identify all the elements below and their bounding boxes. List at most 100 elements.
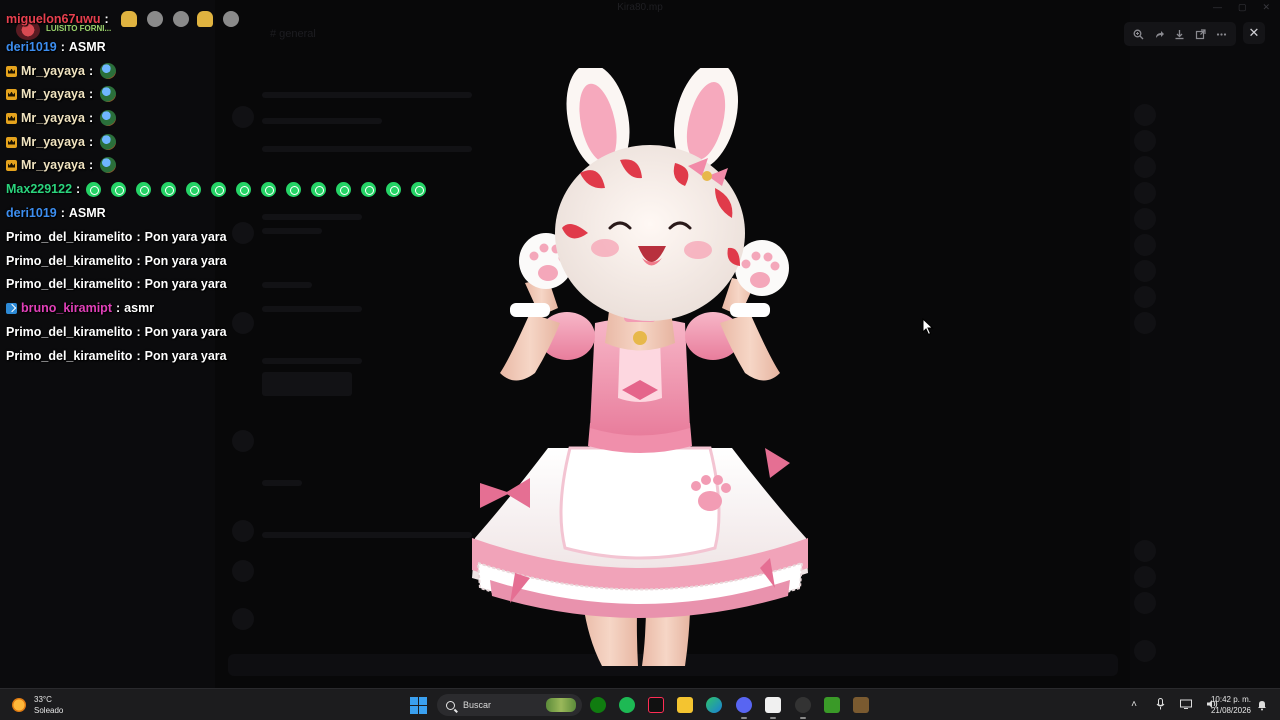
- background-avatar: [232, 222, 254, 244]
- chat-separator: :: [136, 277, 141, 291]
- chat-separator: :: [88, 64, 94, 78]
- chevron-up-icon[interactable]: ˄: [1128, 698, 1140, 710]
- monkey-earth-emote-icon: [100, 134, 117, 150]
- maximize-icon[interactable]: ▢: [1238, 2, 1247, 13]
- whatsapp-emote-icon: [161, 181, 177, 197]
- spotify-icon[interactable]: [619, 697, 635, 713]
- background-text-line: [262, 92, 472, 98]
- tiktok-icon[interactable]: [648, 697, 664, 713]
- network-icon[interactable]: [1180, 698, 1192, 710]
- background-member-avatar: [1134, 156, 1156, 178]
- chat-separator: :: [88, 111, 94, 125]
- window-close-icon[interactable]: ✕: [1262, 2, 1270, 13]
- chat-separator: :: [136, 254, 141, 268]
- whatsapp-emote-icon: [286, 181, 302, 197]
- background-member-avatar: [1134, 104, 1156, 126]
- prime-badge-icon: [6, 302, 17, 314]
- face-emote-icon: [222, 11, 239, 27]
- file-explorer-icon[interactable]: [677, 697, 693, 713]
- chat-separator: :: [76, 182, 81, 196]
- open-external-icon: [1196, 28, 1206, 39]
- chat-username: Primo_del_kiramelito: [6, 277, 133, 291]
- chat-message-text: Pon yara yara: [144, 325, 227, 339]
- chat-message-text: Pon yara yara: [144, 349, 227, 363]
- forward-button[interactable]: [1150, 25, 1168, 43]
- discord-icon[interactable]: [736, 697, 752, 719]
- more-options-button[interactable]: [1213, 25, 1231, 43]
- background-member-avatar: [1134, 540, 1156, 562]
- sun-icon: [12, 698, 26, 712]
- minecraft-icon[interactable]: [824, 697, 840, 713]
- monkey-earth-emote-icon: [100, 110, 117, 126]
- background-member-avatar: [1134, 130, 1156, 152]
- weather-widget[interactable]: 33°C Soleado: [12, 694, 63, 716]
- chat-separator: :: [88, 158, 94, 172]
- weather-temperature: 33°C: [34, 695, 52, 704]
- close-icon: ✕: [1248, 25, 1260, 40]
- chat-message: Primo_del_kiramelito: Pon yara yara: [6, 345, 227, 367]
- background-text-line: [262, 228, 322, 234]
- minimize-icon[interactable]: —: [1213, 2, 1222, 13]
- monkey-earth-emote-icon: [100, 63, 117, 79]
- chat-username: Mr_yayaya: [21, 64, 85, 78]
- edge-icon[interactable]: [706, 697, 722, 713]
- background-avatar: [232, 560, 254, 582]
- zoom-icon: [1133, 29, 1144, 39]
- background-text-line: [262, 146, 472, 152]
- chat-message: Max229122:: [6, 178, 427, 200]
- chat-message-text: ASMR: [68, 206, 106, 220]
- chat-message: bruno_kiramipt: asmr: [6, 297, 154, 319]
- chat-separator: :: [116, 301, 121, 315]
- search-placeholder: Buscar: [463, 700, 492, 710]
- taskbar-search[interactable]: Buscar: [437, 694, 582, 716]
- crown-badge-icon: [6, 136, 17, 148]
- download-button[interactable]: [1171, 25, 1189, 43]
- bunny-maid-image: [472, 68, 808, 666]
- chat-username: Primo_del_kiramelito: [6, 325, 133, 339]
- background-member-avatar: [1134, 592, 1156, 614]
- whatsapp-emote-icon: [211, 181, 227, 197]
- weather-description: Soleado: [34, 706, 64, 715]
- system-clock[interactable]: 10:42 p. m. 21/08/2026: [1206, 694, 1251, 716]
- system-tray: ˄: [1128, 698, 1218, 710]
- viewer-close-button[interactable]: ✕: [1243, 22, 1265, 44]
- search-icon: [446, 700, 455, 710]
- capcut-icon[interactable]: [765, 697, 781, 719]
- chat-separator: :: [60, 206, 65, 220]
- background-member-avatar: [1134, 260, 1156, 282]
- chat-username: Primo_del_kiramelito: [6, 349, 133, 363]
- obs-icon[interactable]: [795, 697, 811, 719]
- chat-message: deri1019: ASMR: [6, 36, 106, 58]
- background-avatar: [232, 106, 254, 128]
- chat-username: Primo_del_kiramelito: [6, 254, 133, 268]
- chat-separator: :: [136, 325, 141, 339]
- chat-username: Mr_yayaya: [21, 111, 85, 125]
- chat-message: Primo_del_kiramelito: Pon yara yara: [6, 273, 227, 295]
- crown-badge-icon: [6, 88, 17, 100]
- open-external-button[interactable]: [1192, 25, 1210, 43]
- chat-username: Mr_yayaya: [21, 158, 85, 172]
- monkey-earth-emote-icon: [100, 157, 117, 173]
- hands-emote-icon: [120, 11, 137, 27]
- whatsapp-emote-icon: [361, 181, 377, 197]
- microphone-icon[interactable]: [1154, 698, 1166, 710]
- chat-username: bruno_kiramipt: [21, 301, 112, 315]
- notification-bell-icon[interactable]: [1256, 699, 1268, 711]
- background-avatar: [232, 430, 254, 452]
- start-button[interactable]: [410, 697, 427, 714]
- xbox-icon[interactable]: [590, 697, 606, 713]
- chat-message-text: Pon yara yara: [144, 277, 227, 291]
- background-member-avatar: [1134, 286, 1156, 308]
- background-member-avatar: [1134, 182, 1156, 204]
- whatsapp-emote-icon: [386, 181, 402, 197]
- chat-message: Mr_yayaya:: [6, 154, 117, 176]
- face-emote-icon: [172, 11, 189, 27]
- whatsapp-emote-icon: [136, 181, 152, 197]
- chat-username: Mr_yayaya: [21, 87, 85, 101]
- background-text-line: [262, 306, 362, 312]
- channel-name: # general: [270, 28, 316, 40]
- chat-username: deri1019: [6, 40, 57, 54]
- zoom-button[interactable]: [1129, 25, 1147, 43]
- chat-message-text: ASMR: [68, 40, 106, 54]
- minecraft-launcher-icon[interactable]: [853, 697, 869, 713]
